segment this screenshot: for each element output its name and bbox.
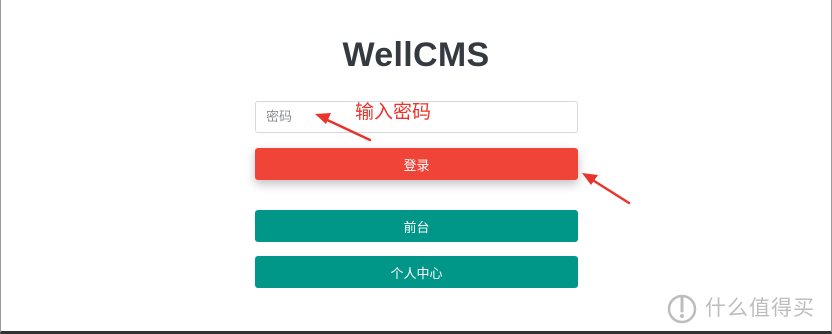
user-center-button[interactable]: 个人中心 <box>255 256 578 288</box>
page-title: WellCMS <box>342 36 490 74</box>
watermark: 什么值得买 <box>665 290 815 324</box>
login-button[interactable]: 登录 <box>255 148 578 180</box>
watermark-logo-icon <box>667 294 697 324</box>
app-window: WellCMS 登录 前台 个人中心 输入密码 什么值得买 <box>0 0 832 334</box>
watermark-text: 什么值得买 <box>705 296 815 320</box>
arrow-to-login-icon <box>582 173 631 205</box>
annotation-input-hint: 输入密码 <box>355 101 432 123</box>
frontend-button[interactable]: 前台 <box>255 210 578 242</box>
